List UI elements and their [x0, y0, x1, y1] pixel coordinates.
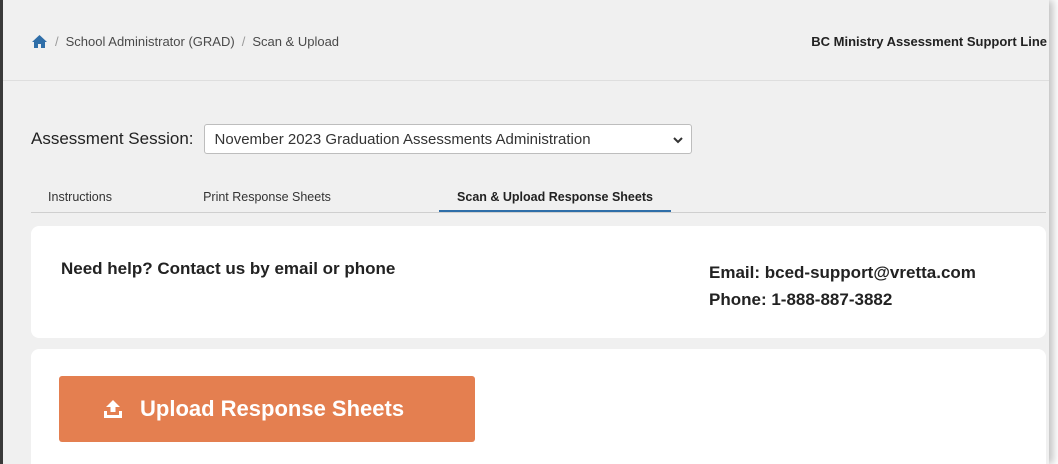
chevron-down-icon — [672, 131, 683, 148]
support-line-link[interactable]: BC Ministry Assessment Support Line — [811, 34, 1047, 49]
tab-instructions[interactable]: Instructions — [31, 182, 129, 212]
assessment-session-value: November 2023 Graduation Assessments Adm… — [214, 130, 591, 148]
assessment-session-row: Assessment Session: November 2023 Gradua… — [31, 124, 692, 154]
tab-scan-upload-response-sheets[interactable]: Scan & Upload Response Sheets — [439, 182, 671, 212]
breadcrumb-school-administrator[interactable]: School Administrator (GRAD) — [66, 34, 235, 49]
contact-info: Email: bced-support@vretta.com Phone: 1-… — [709, 259, 976, 313]
home-icon[interactable] — [31, 34, 48, 49]
assessment-session-label: Assessment Session: — [31, 129, 194, 148]
support-phone: Phone: 1-888-887-3882 — [709, 290, 893, 309]
breadcrumb: / School Administrator (GRAD) / Scan & U… — [31, 34, 339, 49]
tab-print-response-sheets[interactable]: Print Response Sheets — [167, 182, 367, 212]
upload-button-label: Upload Response Sheets — [140, 396, 405, 421]
help-card: Need help? Contact us by email or phone … — [31, 226, 1046, 338]
top-bar: / School Administrator (GRAD) / Scan & U… — [3, 0, 1049, 81]
assessment-session-select[interactable]: November 2023 Graduation Assessments Adm… — [203, 124, 692, 154]
app-frame: / School Administrator (GRAD) / Scan & U… — [0, 0, 1049, 464]
tab-bar: Instructions Print Response Sheets Scan … — [31, 182, 1046, 213]
breadcrumb-scan-upload: Scan & Upload — [252, 34, 340, 49]
breadcrumb-separator: / — [55, 34, 59, 49]
breadcrumb-separator: / — [241, 34, 246, 49]
upload-icon — [102, 398, 124, 420]
upload-card: Upload Response Sheets — [31, 349, 1046, 464]
support-email[interactable]: Email: bced-support@vretta.com — [709, 259, 976, 286]
upload-response-sheets-button[interactable]: Upload Response Sheets — [59, 376, 475, 442]
help-text: Need help? Contact us by email or phone — [61, 259, 396, 278]
